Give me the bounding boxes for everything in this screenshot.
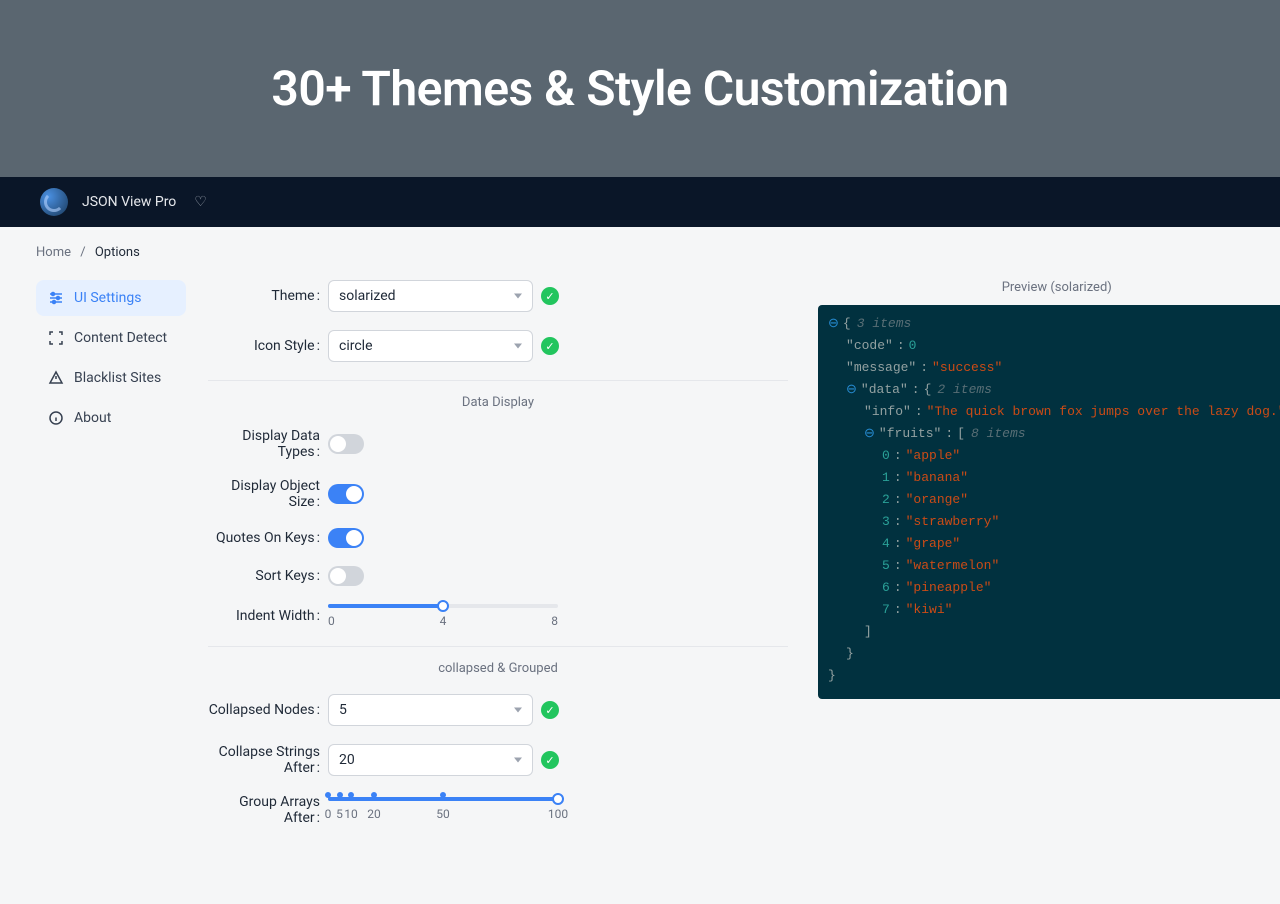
display-data-types-toggle[interactable]: [328, 434, 364, 454]
indent-width-label: Indent Width: [208, 608, 328, 624]
group-arrays-after-label: Group Arrays After: [208, 794, 328, 826]
sidebar-item-label: Blacklist Sites: [74, 370, 161, 386]
display-data-types-label: Display Data Types: [208, 428, 328, 460]
quotes-on-keys-toggle[interactable]: [328, 528, 364, 548]
theme-label: Theme: [208, 288, 328, 304]
sidebar-item-content-detect[interactable]: Content Detect: [36, 320, 186, 356]
collapse-strings-after-label: Collapse Strings After: [208, 744, 328, 776]
collapse-strings-after-select[interactable]: 20: [328, 744, 533, 776]
warning-icon: [48, 370, 64, 386]
sidebar-item-label: About: [74, 410, 111, 426]
breadcrumb-current: Options: [95, 245, 140, 260]
theme-select[interactable]: solarized: [328, 280, 533, 312]
display-object-size-label: Display Object Size: [208, 478, 328, 510]
icon-style-label: Icon Style: [208, 338, 328, 354]
sort-keys-toggle[interactable]: [328, 566, 364, 586]
sliders-icon: [48, 290, 64, 306]
icon-style-select[interactable]: circle: [328, 330, 533, 362]
app-brand: JSON View Pro: [82, 194, 176, 210]
section-collapsed-grouped: collapsed & Grouped: [208, 646, 788, 676]
breadcrumb: Home / Options: [36, 245, 1244, 260]
sidebar-item-label: UI Settings: [74, 290, 141, 306]
breadcrumb-home[interactable]: Home: [36, 245, 71, 260]
check-icon: ✓: [541, 701, 559, 719]
display-object-size-toggle[interactable]: [328, 484, 364, 504]
page: Home / Options UI Settings Content Detec…: [0, 227, 1280, 904]
collapsed-nodes-label: Collapsed Nodes: [208, 702, 328, 718]
preview-panel: Preview (solarized) ⊖{3 items "code":0 "…: [818, 280, 1280, 844]
sort-keys-label: Sort Keys: [208, 568, 328, 584]
sidebar: UI Settings Content Detect Blacklist Sit…: [36, 280, 186, 844]
collapse-icon[interactable]: ⊖: [828, 313, 839, 335]
sidebar-item-label: Content Detect: [74, 330, 167, 346]
check-icon: ✓: [541, 287, 559, 305]
section-data-display: Data Display: [208, 380, 788, 410]
preview-title: Preview (solarized): [818, 280, 1280, 295]
hero-title: 30+ Themes & Style Customization: [0, 60, 1280, 117]
scan-icon: [48, 330, 64, 346]
sidebar-item-ui-settings[interactable]: UI Settings: [36, 280, 186, 316]
collapse-icon[interactable]: ⊖: [846, 379, 857, 401]
quotes-on-keys-label: Quotes On Keys: [208, 530, 328, 546]
info-icon: [48, 410, 64, 426]
check-icon: ✓: [541, 337, 559, 355]
sidebar-item-blacklist-sites[interactable]: Blacklist Sites: [36, 360, 186, 396]
collapsed-nodes-select[interactable]: 5: [328, 694, 533, 726]
hero-banner: 30+ Themes & Style Customization: [0, 0, 1280, 177]
favorite-icon[interactable]: ♡: [194, 194, 207, 210]
indent-width-slider[interactable]: 048: [328, 604, 558, 628]
group-arrays-after-slider[interactable]: 0 5 10 20 50 100: [328, 797, 558, 823]
collapse-icon[interactable]: ⊖: [864, 423, 875, 445]
json-preview: ⊖{3 items "code":0 "message":"success" ⊖…: [818, 305, 1280, 699]
check-icon: ✓: [541, 751, 559, 769]
navbar: JSON View Pro ♡: [0, 177, 1280, 227]
settings-form: Theme solarized ✓ Icon Style circle ✓ Da…: [208, 280, 788, 844]
sidebar-item-about[interactable]: About: [36, 400, 186, 436]
app-logo-icon: [40, 188, 68, 216]
breadcrumb-separator: /: [80, 245, 85, 260]
